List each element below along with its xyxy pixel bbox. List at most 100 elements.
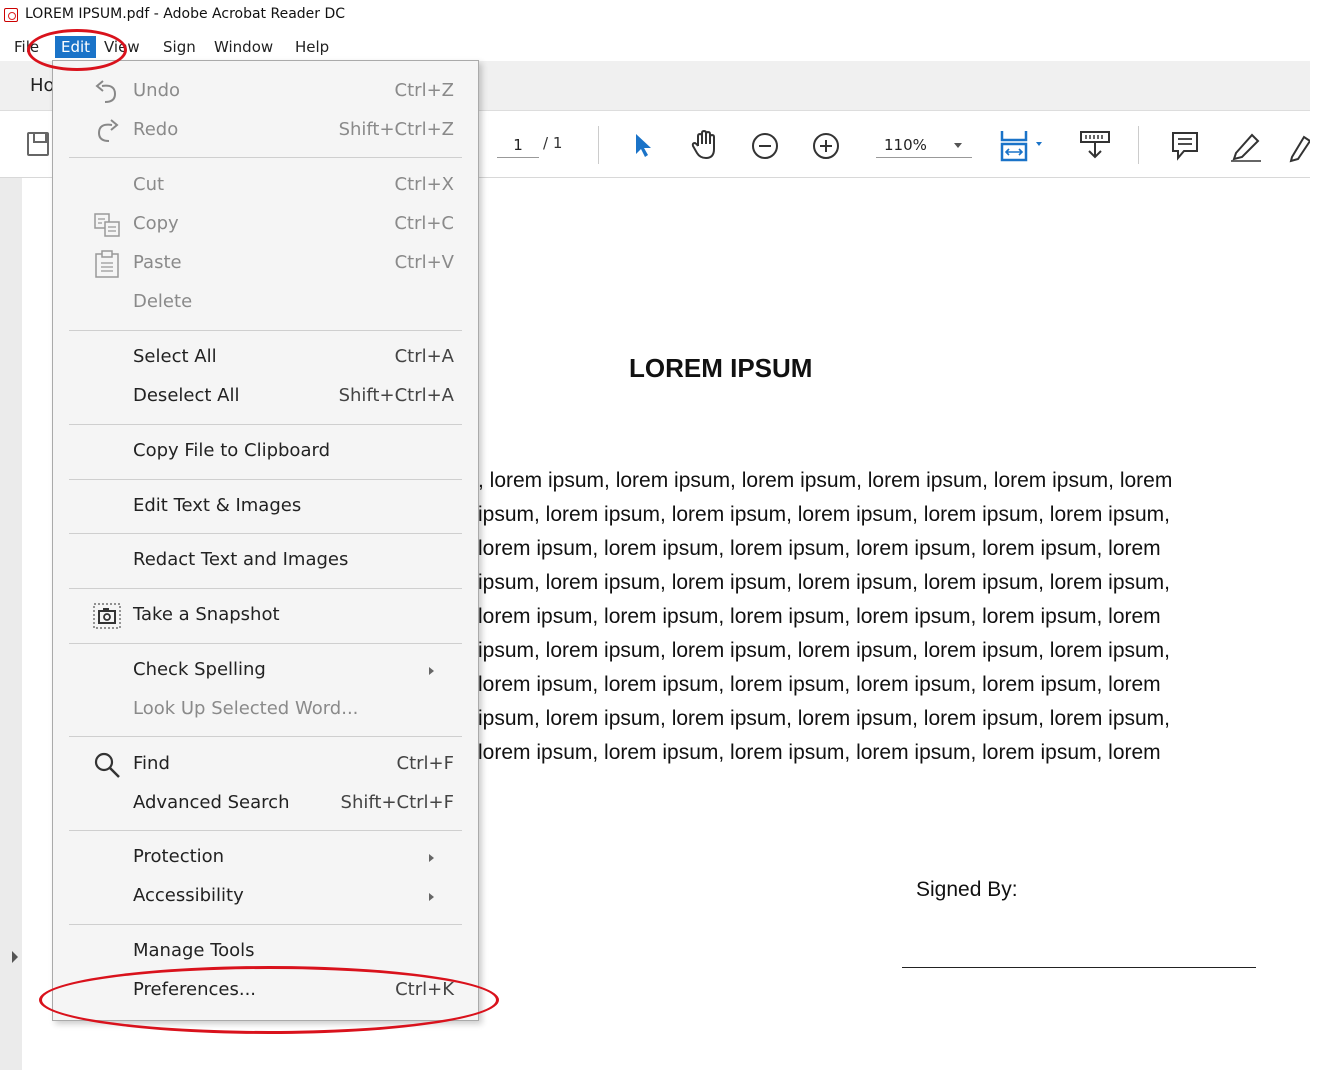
save-icon[interactable] [27, 132, 49, 156]
document-line: ipsum, lorem ipsum, lorem ipsum, lorem i… [478, 639, 1171, 662]
menu-item-edit-text-images[interactable]: Edit Text & Images [53, 489, 480, 525]
menu-item-look-up-word[interactable]: Look Up Selected Word... [53, 692, 480, 728]
menu-item-label: Edit Text & Images [133, 495, 302, 516]
menu-item-cut[interactable]: Cut Ctrl+X [53, 168, 480, 204]
menu-item-shortcut: Ctrl+Z [394, 80, 454, 101]
menu-item-label: Check Spelling [133, 659, 266, 680]
menu-item-check-spelling[interactable]: Check Spelling [53, 653, 480, 689]
menu-item-select-all[interactable]: Select All Ctrl+A [53, 340, 480, 376]
menu-separator [69, 330, 462, 331]
menu-item-shortcut: Ctrl+A [394, 346, 454, 367]
menu-sign[interactable]: Sign [157, 36, 202, 58]
undo-icon [95, 80, 117, 103]
menu-item-label: Protection [133, 846, 225, 867]
menu-item-deselect-all[interactable]: Deselect All Shift+Ctrl+A [53, 379, 480, 415]
menu-separator [69, 643, 462, 644]
highlighter-pen-icon[interactable] [1228, 129, 1264, 163]
menu-separator [69, 736, 462, 737]
menu-item-label: Advanced Search [133, 792, 290, 813]
menu-item-undo[interactable]: Undo Ctrl+Z [53, 74, 480, 110]
menu-separator [69, 588, 462, 589]
window-title: LOREM IPSUM.pdf - Adobe Acrobat Reader D… [25, 6, 346, 22]
menu-item-find[interactable]: Find Ctrl+F [53, 747, 480, 783]
menu-item-delete[interactable]: Delete [53, 285, 480, 321]
chevron-down-icon [954, 143, 962, 148]
redo-icon [97, 119, 119, 142]
menu-item-label: Copy File to Clipboard [133, 440, 330, 461]
menu-item-label: Look Up Selected Word... [133, 698, 359, 719]
menu-item-shortcut: Shift+Ctrl+Z [338, 119, 454, 140]
signature-pen-icon[interactable] [1288, 129, 1310, 163]
menu-item-shortcut: Ctrl+X [394, 174, 454, 195]
left-side-panel [0, 178, 22, 1070]
menu-separator [69, 924, 462, 925]
menu-help[interactable]: Help [289, 36, 335, 58]
menu-item-shortcut: Shift+Ctrl+A [338, 385, 454, 406]
menu-item-label: Delete [133, 291, 193, 312]
menu-item-shortcut: Ctrl+V [394, 252, 454, 273]
page-number-input[interactable]: 1 [497, 132, 539, 158]
zoom-level-value: 110% [884, 136, 927, 154]
menu-separator [69, 533, 462, 534]
toolbar-divider [598, 126, 599, 164]
menu-item-label: Redo [133, 119, 179, 140]
document-line: , lorem ipsum, lorem ipsum, lorem ipsum,… [478, 469, 1173, 492]
menu-item-advanced-search[interactable]: Advanced Search Shift+Ctrl+F [53, 786, 480, 822]
document-line: ipsum, lorem ipsum, lorem ipsum, lorem i… [478, 707, 1171, 730]
menu-item-label: Deselect All [133, 385, 240, 406]
menu-item-shortcut: Ctrl+C [394, 213, 454, 234]
menu-item-label: Paste [133, 252, 182, 273]
search-icon [94, 752, 120, 778]
menu-item-copy[interactable]: Copy Ctrl+C [53, 207, 480, 243]
toolbar-divider-2 [1138, 126, 1139, 164]
acrobat-app-icon [4, 8, 18, 22]
menu-item-label: Redact Text and Images [133, 549, 349, 570]
menu-item-label: Copy [133, 213, 179, 234]
menu-item-accessibility[interactable]: Accessibility [53, 879, 480, 915]
signed-by-label: Signed By: [916, 878, 1018, 901]
document-line: lorem ipsum, lorem ipsum, lorem ipsum, l… [478, 741, 1161, 764]
document-line: ipsum, lorem ipsum, lorem ipsum, lorem i… [478, 503, 1171, 526]
menu-item-label: Take a Snapshot [133, 604, 280, 625]
signature-line [902, 967, 1256, 968]
menu-item-copy-file-to-clipboard[interactable]: Copy File to Clipboard [53, 434, 480, 470]
menu-separator [69, 479, 462, 480]
zoom-level-dropdown[interactable]: 110% [876, 132, 972, 158]
zoom-in-icon[interactable] [811, 131, 841, 161]
preferences-highlight-circle [39, 966, 499, 1034]
menu-item-paste[interactable]: Paste Ctrl+V [53, 246, 480, 282]
edit-menu-highlight-circle [27, 29, 127, 71]
menu-separator [69, 424, 462, 425]
document-line: lorem ipsum, lorem ipsum, lorem ipsum, l… [478, 605, 1161, 628]
document-line: ipsum, lorem ipsum, lorem ipsum, lorem i… [478, 571, 1171, 594]
menu-item-shortcut: Ctrl+F [396, 753, 454, 774]
menu-item-redact[interactable]: Redact Text and Images [53, 543, 480, 579]
menu-item-protection[interactable]: Protection [53, 840, 480, 876]
menu-item-take-snapshot[interactable]: Take a Snapshot [53, 598, 480, 634]
zoom-out-icon[interactable] [750, 131, 780, 161]
menu-separator [69, 830, 462, 831]
page-total: / 1 [543, 134, 563, 152]
menu-item-label: Cut [133, 174, 165, 195]
menu-item-manage-tools[interactable]: Manage Tools [53, 934, 480, 970]
edit-menu-dropdown: Undo Ctrl+Z Redo Shift+Ctrl+Z Cut Ctrl+X… [52, 60, 479, 1021]
tab-home[interactable]: Ho [30, 75, 55, 96]
submenu-arrow-icon [429, 667, 434, 675]
menu-window[interactable]: Window [208, 36, 279, 58]
menu-bar: File Edit View Sign Window Help [0, 32, 1310, 61]
expand-panel-icon[interactable] [12, 951, 18, 963]
document-body: , lorem ipsum, lorem ipsum, lorem ipsum,… [478, 464, 1278, 770]
comment-icon[interactable] [1170, 130, 1200, 162]
menu-item-label: Find [133, 753, 170, 774]
paste-clipboard-icon [95, 250, 119, 278]
hand-tool-icon[interactable] [688, 128, 722, 162]
document-line: lorem ipsum, lorem ipsum, lorem ipsum, l… [478, 537, 1161, 560]
copy-icon [94, 213, 120, 237]
scrolling-mode-icon[interactable] [1078, 129, 1112, 161]
menu-item-shortcut: Shift+Ctrl+F [340, 792, 454, 813]
menu-item-label: Undo [133, 80, 181, 101]
menu-item-redo[interactable]: Redo Shift+Ctrl+Z [53, 113, 480, 149]
document-line: lorem ipsum, lorem ipsum, lorem ipsum, l… [478, 673, 1161, 696]
page-fit-icon[interactable] [998, 128, 1048, 162]
select-arrow-icon[interactable] [632, 132, 654, 158]
